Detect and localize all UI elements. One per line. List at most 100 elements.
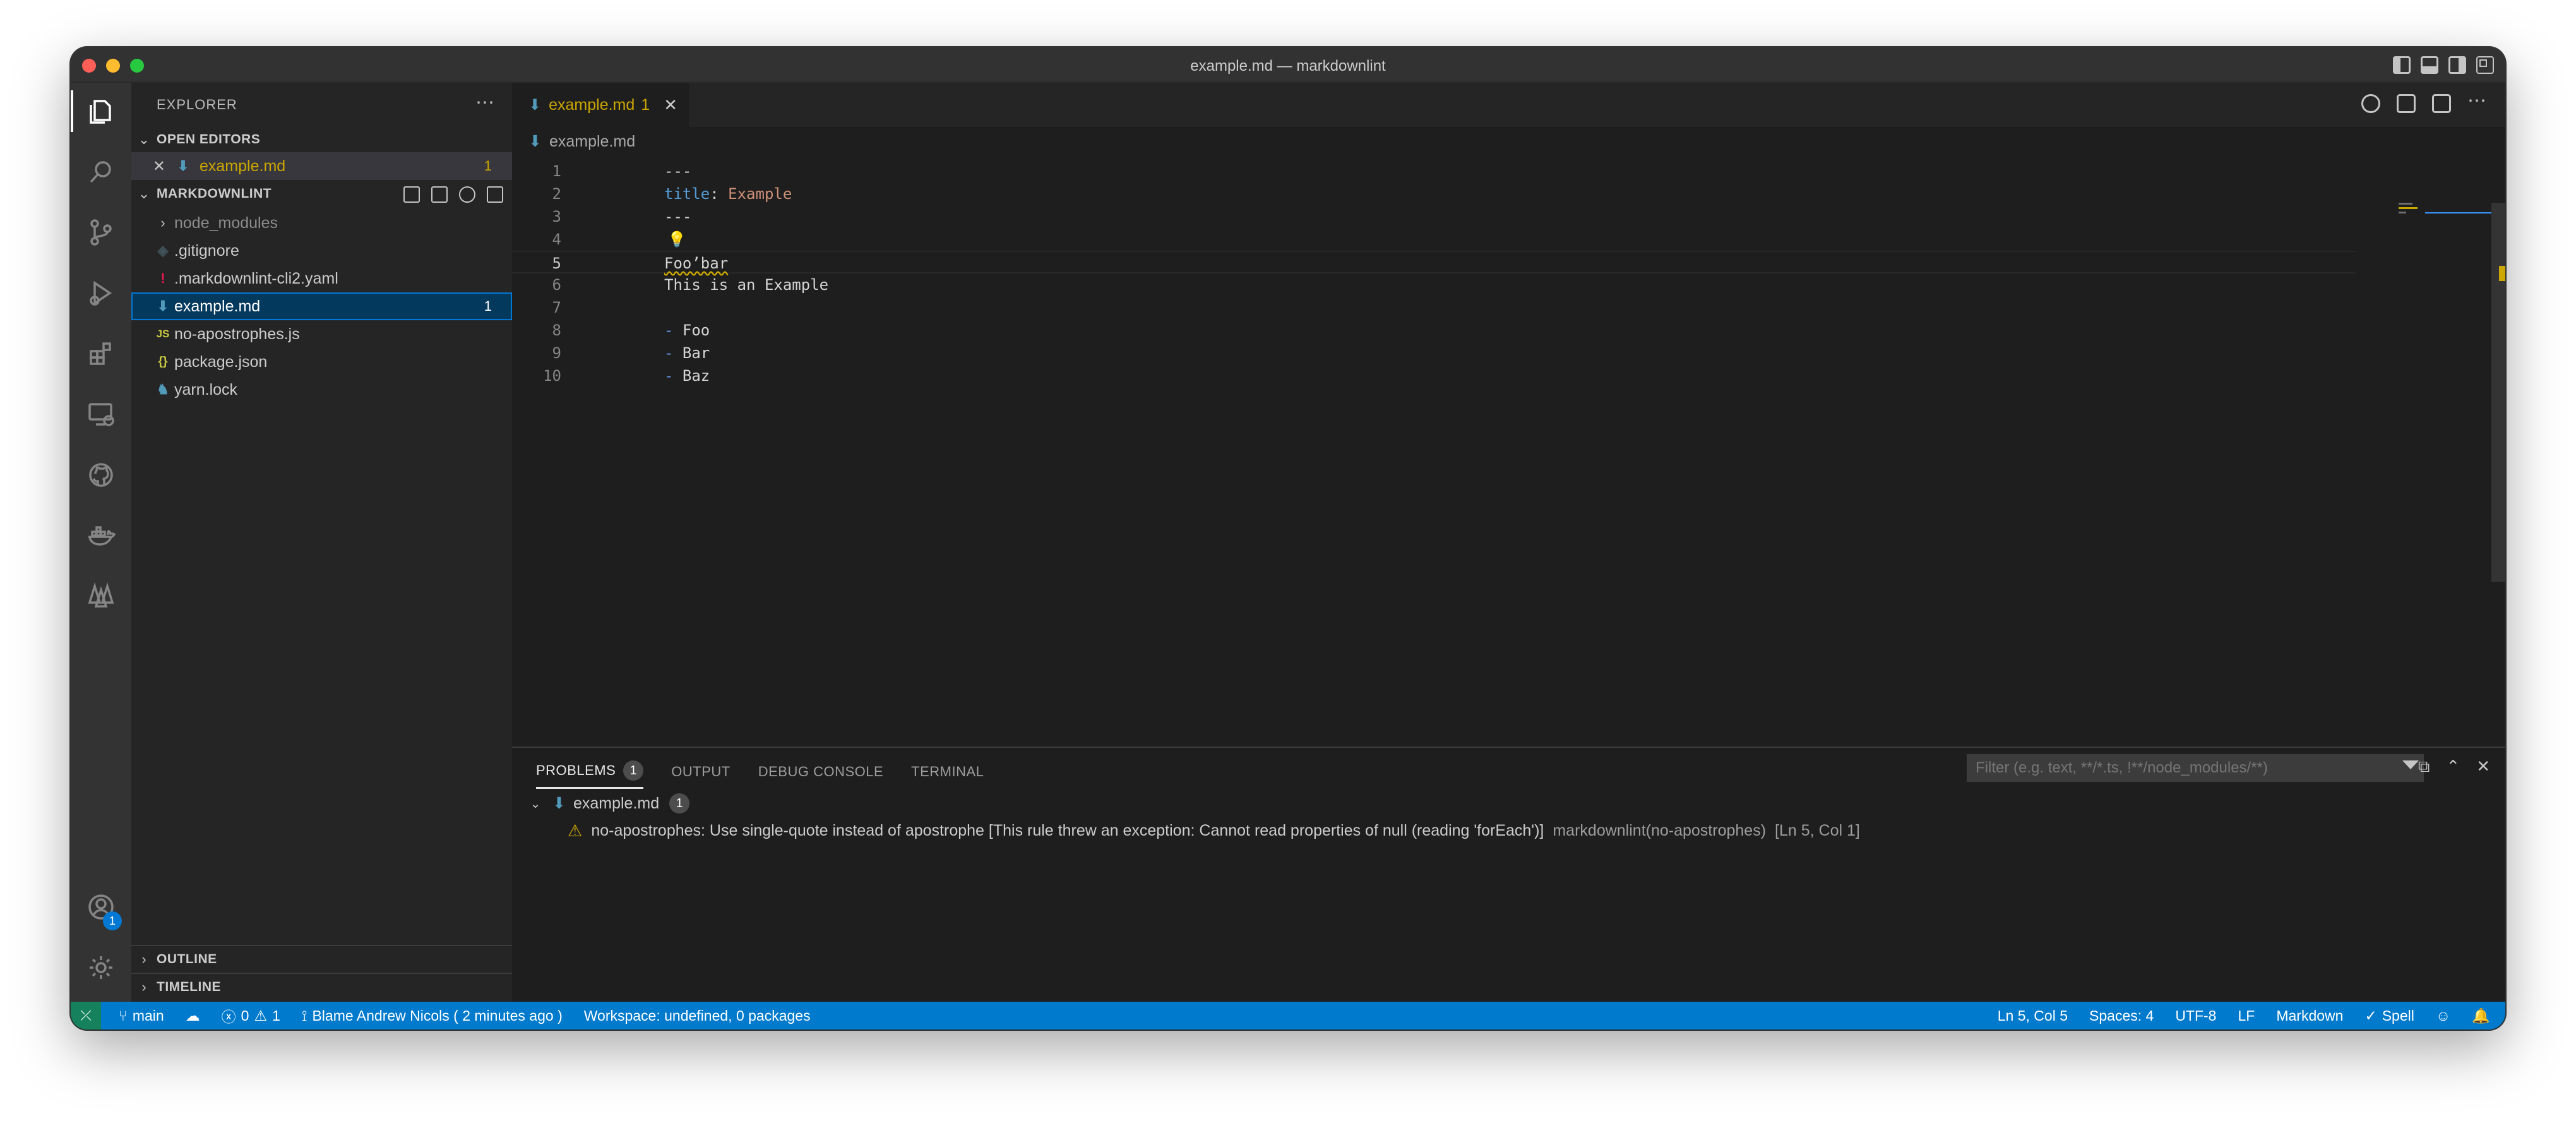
- chevron-down-icon: ⌄: [138, 131, 150, 147]
- accounts-icon[interactable]: 1: [71, 879, 131, 935]
- line-text-with-warning: Foo’bar: [664, 255, 729, 272]
- tab-output[interactable]: OUTPUT: [671, 760, 730, 789]
- tree-item-label: node_modules: [174, 213, 278, 232]
- problem-item[interactable]: ⚠ no-apostrophes: Use single-quote inste…: [568, 821, 1860, 841]
- source-control-icon[interactable]: [71, 204, 131, 261]
- problems-status[interactable]: ⓧ 0 ⚠ 1: [222, 1005, 280, 1026]
- git-branch-icon: ⑂: [119, 1007, 128, 1024]
- maximize-panel-icon[interactable]: ⌃: [2446, 757, 2460, 777]
- tab-bar: ⬇ example.md 1 ✕ ⋯: [512, 83, 2505, 127]
- line-number: 9: [552, 344, 561, 362]
- breadcrumb[interactable]: ⬇ example.md: [528, 132, 635, 151]
- encoding-status[interactable]: UTF-8: [2175, 1007, 2216, 1024]
- vertical-scrollbar[interactable]: [2491, 203, 2505, 582]
- spell-status[interactable]: ✓ Spell: [2364, 1007, 2414, 1024]
- tree-item-no-apostrophes-js[interactable]: JS no-apostrophes.js: [131, 320, 512, 348]
- extensions-icon[interactable]: [71, 325, 131, 382]
- eol-status[interactable]: LF: [2238, 1007, 2255, 1024]
- open-preview-icon[interactable]: [2397, 94, 2416, 113]
- close-editor-icon[interactable]: ✕: [131, 157, 174, 176]
- code-line: 2 title: Example: [512, 183, 2356, 205]
- tab-example-md[interactable]: ⬇ example.md 1 ✕: [512, 83, 689, 127]
- line-number: 5: [552, 255, 561, 272]
- status-right: Ln 5, Col 5 Spaces: 4 UTF-8 LF Markdown …: [1998, 1002, 2490, 1030]
- customize-layout-icon[interactable]: [2476, 56, 2494, 74]
- run-and-debug-icon[interactable]: [71, 265, 131, 321]
- problem-file-row[interactable]: ⌄ ⬇ example.md 1: [526, 793, 690, 814]
- new-file-icon[interactable]: [403, 186, 420, 203]
- outline-section[interactable]: › OUTLINE: [131, 945, 512, 973]
- accounts-badge: 1: [103, 911, 122, 930]
- manage-gear-icon[interactable]: [71, 939, 131, 996]
- refresh-icon[interactable]: [459, 186, 475, 203]
- workspace-status[interactable]: Workspace: undefined, 0 packages: [584, 1007, 811, 1024]
- filter-icon[interactable]: [2402, 760, 2419, 776]
- blame-label: Blame Andrew Nicols ( 2 minutes ago ): [312, 1007, 563, 1024]
- layout-controls: [2393, 56, 2494, 74]
- explorer-icon[interactable]: [71, 83, 131, 140]
- new-folder-icon[interactable]: [431, 186, 448, 203]
- open-editor-item[interactable]: ✕ ⬇ example.md 1: [131, 152, 512, 180]
- remote-explorer-icon[interactable]: [71, 386, 131, 443]
- sync-status[interactable]: ☁: [186, 1007, 200, 1024]
- chevron-down-icon: ⌄: [530, 796, 541, 811]
- split-editor-icon[interactable]: [2432, 94, 2451, 113]
- checkmark-icon: ✓: [2364, 1007, 2377, 1024]
- toggle-panel-icon[interactable]: [2421, 56, 2438, 74]
- tree-item-example-md[interactable]: ⬇ example.md 1: [131, 292, 512, 320]
- problems-filter-input[interactable]: [1967, 754, 2424, 782]
- docker-icon[interactable]: [71, 507, 131, 564]
- tab-label: PROBLEMS: [536, 762, 616, 778]
- lightbulb-icon[interactable]: 💡: [667, 228, 686, 251]
- breadcrumb-file: example.md: [549, 132, 636, 150]
- problem-count: 1: [484, 298, 492, 314]
- search-icon[interactable]: [71, 143, 131, 200]
- collapse-all-icon[interactable]: ⧉: [2418, 757, 2430, 777]
- remote-indicator-icon[interactable]: ⤫: [71, 1002, 101, 1030]
- spell-label: Spell: [2382, 1007, 2414, 1024]
- markdown-file-icon: ⬇: [177, 158, 189, 174]
- language-mode[interactable]: Markdown: [2276, 1007, 2343, 1024]
- cursor-position[interactable]: Ln 5, Col 5: [1998, 1007, 2068, 1024]
- toggle-secondary-sidebar-icon[interactable]: [2448, 56, 2466, 74]
- folder-header[interactable]: ⌄ MARKDOWNLINT: [131, 181, 512, 207]
- collapse-all-icon[interactable]: [487, 186, 503, 203]
- problem-location: [Ln 5, Col 1]: [1775, 822, 1860, 839]
- tree-item-node-modules[interactable]: › node_modules: [131, 209, 512, 237]
- tree-item-label: no-apostrophes.js: [174, 325, 300, 343]
- tree-item-yarn-lock[interactable]: ♞ yarn.lock: [131, 376, 512, 404]
- more-actions-icon[interactable]: ⋯: [475, 92, 494, 114]
- tree-item-gitignore[interactable]: ◈ .gitignore: [131, 237, 512, 265]
- tree-view-icon[interactable]: [71, 568, 131, 625]
- line-text: This is an Example: [664, 276, 829, 294]
- timeline-history-icon[interactable]: [2361, 94, 2380, 113]
- feedback-icon[interactable]: ☺: [2436, 1007, 2450, 1024]
- error-count: 0: [241, 1007, 249, 1024]
- yaml-value: Example: [728, 185, 792, 203]
- close-panel-icon[interactable]: ✕: [2476, 757, 2490, 777]
- toggle-primary-sidebar-icon[interactable]: [2393, 56, 2411, 74]
- problem-count: 1: [484, 158, 492, 174]
- sidebar-title: EXPLORER: [157, 97, 237, 112]
- line-number: 8: [552, 321, 561, 339]
- tree-item-package-json[interactable]: {} package.json: [131, 348, 512, 376]
- notifications-bell-icon[interactable]: 🔔: [2472, 1007, 2490, 1024]
- branch-status[interactable]: ⑂ main: [119, 1007, 164, 1024]
- tree-item-markdownlint-yaml[interactable]: ! .markdownlint-cli2.yaml: [131, 265, 512, 292]
- minimap[interactable]: [2399, 203, 2424, 222]
- blame-status[interactable]: ⟟ Blame Andrew Nicols ( 2 minutes ago ): [302, 1007, 563, 1024]
- problem-file-name: example.md: [573, 794, 660, 812]
- tab-problems[interactable]: PROBLEMS 1: [536, 760, 644, 789]
- open-editors-header[interactable]: ⌄ OPEN EDITORS: [131, 127, 512, 152]
- indentation-status[interactable]: Spaces: 4: [2089, 1007, 2154, 1024]
- chevron-right-icon: ›: [141, 951, 146, 967]
- close-tab-icon[interactable]: ✕: [664, 95, 677, 115]
- tab-terminal[interactable]: TERMINAL: [911, 760, 984, 789]
- timeline-section[interactable]: › TIMELINE: [131, 973, 512, 1000]
- editor-group: ⬇ example.md 1 ✕ ⋯ ⬇ example.md 1 --- 2: [512, 83, 2505, 1002]
- tab-debug-console[interactable]: DEBUG CONSOLE: [758, 760, 883, 789]
- javascript-file-icon: JS: [156, 328, 170, 340]
- panel-tabs: PROBLEMS 1 OUTPUT DEBUG CONSOLE TERMINAL: [536, 760, 984, 789]
- more-actions-icon[interactable]: ⋯: [2467, 92, 2486, 113]
- github-icon[interactable]: [71, 447, 131, 503]
